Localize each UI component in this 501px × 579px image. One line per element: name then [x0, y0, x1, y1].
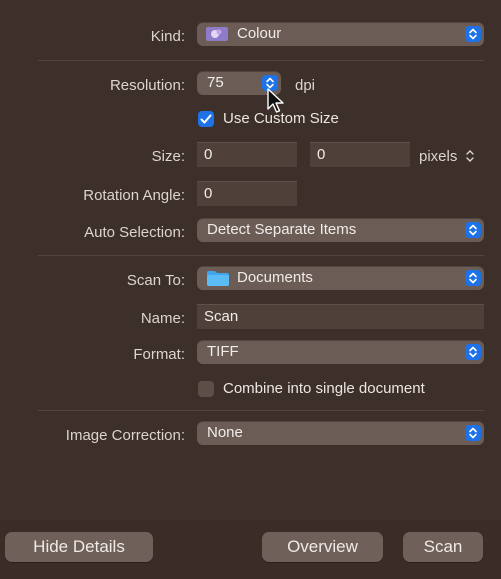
image-correction-value: None: [207, 424, 243, 441]
scan-to-popup[interactable]: Documents: [197, 266, 484, 290]
name-value: Scan: [204, 308, 239, 325]
combine-row: Combine into single document: [0, 374, 501, 404]
resolution-label: Resolution:: [109, 77, 185, 94]
checkmark-icon: [200, 114, 212, 124]
name-label: Name:: [140, 310, 185, 327]
auto-selection-arrows-icon: [465, 222, 481, 238]
scan-button[interactable]: Scan: [403, 532, 483, 562]
bottom-toolbar: Hide Details Overview Scan: [0, 520, 501, 579]
size-unit-popup[interactable]: pixels: [419, 148, 475, 165]
scan-to-label: Scan To:: [126, 272, 185, 289]
separator: [38, 255, 484, 256]
size-row: Size: 0 0 pixels: [0, 142, 501, 172]
separator: [38, 410, 484, 411]
format-value: TIFF: [207, 343, 239, 360]
scan-to-row: Scan To: Documents: [0, 266, 501, 296]
size-height-value: 0: [317, 146, 326, 163]
kind-label: Kind:: [150, 28, 185, 45]
image-correction-arrows-icon: [465, 425, 481, 441]
kind-row: Kind: Colour: [0, 22, 501, 52]
rotation-value: 0: [204, 185, 213, 202]
overview-button[interactable]: Overview: [262, 532, 383, 562]
resolution-unit: dpi: [295, 77, 316, 94]
kind-popup-arrows-icon: [465, 26, 481, 42]
size-width-value: 0: [204, 146, 213, 163]
kind-popup[interactable]: Colour: [197, 22, 484, 46]
custom-size-checkbox[interactable]: [198, 111, 214, 127]
size-height-field[interactable]: 0: [310, 142, 410, 167]
name-field[interactable]: Scan: [197, 304, 484, 329]
scan-details-panel: Kind: Colour Resolution: 75 dpi Use Cust…: [0, 0, 501, 520]
size-width-field[interactable]: 0: [197, 142, 297, 167]
auto-selection-label: Auto Selection:: [84, 224, 185, 241]
resolution-row: Resolution: 75 dpi: [0, 71, 501, 101]
auto-selection-popup[interactable]: Detect Separate Items: [197, 218, 484, 242]
format-popup[interactable]: TIFF: [197, 340, 484, 364]
combine-label[interactable]: Combine into single document: [223, 380, 425, 397]
hide-details-button[interactable]: Hide Details: [5, 532, 153, 562]
chevron-updown-icon: [465, 150, 474, 162]
auto-selection-row: Auto Selection: Detect Separate Items: [0, 218, 501, 248]
name-row: Name: Scan: [0, 304, 501, 334]
separator: [38, 60, 484, 61]
size-label: Size:: [151, 148, 185, 165]
folder-icon: [207, 271, 229, 291]
scan-to-value: Documents: [237, 269, 313, 286]
rotation-label: Rotation Angle:: [83, 187, 185, 204]
rotation-row: Rotation Angle: 0: [0, 181, 501, 211]
combine-checkbox[interactable]: [198, 381, 214, 397]
colour-swatch-icon: [206, 27, 228, 46]
image-correction-popup[interactable]: None: [197, 421, 484, 445]
custom-size-row: Use Custom Size: [0, 104, 501, 134]
auto-selection-value: Detect Separate Items: [207, 221, 357, 238]
image-correction-label: Image Correction:: [65, 427, 185, 444]
image-correction-row: Image Correction: None: [0, 421, 501, 451]
scan-to-arrows-icon: [465, 270, 481, 286]
format-label: Format:: [133, 346, 185, 363]
rotation-field[interactable]: 0: [197, 181, 297, 206]
resolution-value: 75: [207, 74, 224, 91]
size-unit-label: pixels: [419, 148, 458, 165]
mouse-pointer-icon: [267, 88, 284, 113]
kind-value: Colour: [237, 25, 282, 42]
scanner-window: Kind: Colour Resolution: 75 dpi Use Cust…: [0, 0, 501, 579]
format-row: Format: TIFF: [0, 340, 501, 370]
format-arrows-icon: [465, 344, 481, 360]
